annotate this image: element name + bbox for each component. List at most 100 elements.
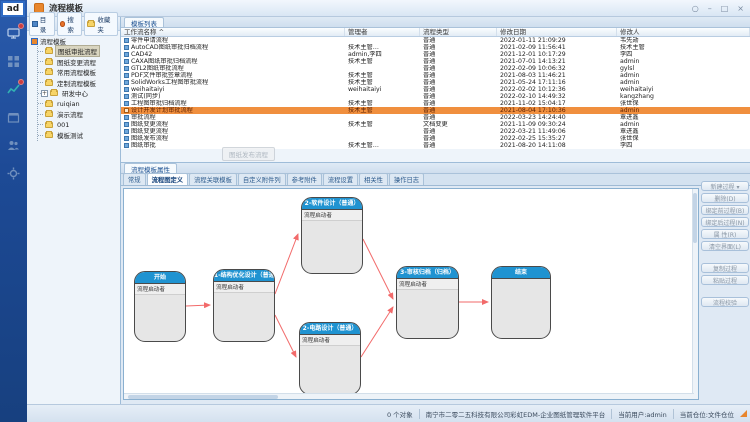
workflow-icon — [124, 122, 129, 127]
button-绑定前过程B[interactable]: 绑定前过程(B) — [701, 205, 749, 215]
tab-template-list[interactable]: 模板列表 — [124, 17, 164, 27]
subtab-流程关联模板[interactable]: 流程关联模板 — [189, 173, 237, 185]
button-删除D[interactable]: 删除(D) — [701, 193, 749, 203]
flow-node-end[interactable]: 结束 — [491, 266, 551, 339]
table-row[interactable]: 图纸发布流程普通2022-02-25 15:35:27张世保 — [121, 135, 750, 142]
column-modifier[interactable]: 修改人 — [617, 28, 750, 36]
table-row[interactable]: CAD42admin,李四普通2021-12-01 10:17:29李四 — [121, 51, 750, 58]
properties-panel: 流程模板属性 常规流程图定义流程关联模板自定义附件列参考附件流程设置相关性操作日… — [121, 163, 750, 404]
canvas-vertical-scrollbar[interactable] — [692, 189, 698, 400]
table-row[interactable]: 零件申请流程普通2022-01-11 21:09:29韦先勋 — [121, 37, 750, 44]
apps-icon[interactable] — [6, 54, 21, 69]
table-row[interactable]: PDF文件审批签章流程技术主管普通2021-08-03 11:46:21admi… — [121, 72, 750, 79]
window-controls: ○ – □ × — [692, 0, 744, 17]
subtab-自定义附件列[interactable]: 自定义附件列 — [238, 173, 286, 185]
table-header: 工作流名称 ^ 管理者 流程类型 修改日期 修改人 — [121, 28, 750, 37]
subtab-相关性[interactable]: 相关性 — [359, 173, 388, 185]
favorites-button[interactable]: 收藏夹 — [84, 12, 118, 36]
table-row[interactable]: CAXA图纸审批归档流程技术主管普通2021-07-01 14:13:21adm… — [121, 58, 750, 65]
tree-item[interactable]: 常用流程模板 — [38, 67, 120, 78]
flow-node-n2[interactable]: 2-软件设计（普通）流程启动者 — [301, 197, 363, 274]
props-subtabs: 常规流程图定义流程关联模板自定义附件列参考附件流程设置相关性操作日志 — [121, 174, 750, 186]
column-manager[interactable]: 管理者 — [345, 28, 420, 36]
subtab-流程设置[interactable]: 流程设置 — [323, 173, 358, 185]
canvas-horizontal-scrollbar[interactable] — [124, 393, 694, 399]
statusbar-divider — [673, 409, 674, 419]
notification-badge — [18, 23, 24, 29]
chart-icon[interactable] — [6, 82, 21, 97]
button-绑定后过程N[interactable]: 绑定后过程(N) — [701, 217, 749, 227]
root-icon — [31, 38, 38, 45]
disabled-publish-button: 图纸发布流程 — [222, 147, 275, 161]
tree-item[interactable]: 演示流程 — [38, 109, 120, 120]
table-row[interactable]: GTL2图纸审批流程普通2022-02-09 10:06:32gylsl — [121, 65, 750, 72]
workflow-icon — [124, 94, 129, 99]
tree-item[interactable]: +研发中心 — [38, 88, 120, 99]
tree-item[interactable]: 模板测试 — [38, 130, 120, 141]
folder-icon — [45, 122, 53, 128]
close-icon[interactable]: × — [737, 0, 744, 17]
users-icon[interactable] — [6, 138, 21, 153]
resize-grip-icon[interactable] — [740, 410, 747, 417]
tab-template-properties[interactable]: 流程模板属性 — [124, 163, 177, 173]
flowchart-canvas[interactable]: 开始流程启动者 1-结构优化设计（普通）流程启动者 2-软件设计（普通）流程启动者 2… — [123, 188, 699, 400]
maximize-icon[interactable]: □ — [721, 0, 729, 17]
catalog-button[interactable]: 目录 — [29, 12, 55, 36]
table-row[interactable]: AutoCAD图纸审批归档流程技术主管…普通2021-02-09 11:56:4… — [121, 44, 750, 51]
tree-item[interactable]: 图纸变更流程 — [38, 57, 120, 68]
tree-item[interactable]: ruiqian — [38, 99, 120, 110]
table-row[interactable]: weihaitaiyiweihaitaiyi普通2022-02-02 10:12… — [121, 86, 750, 93]
column-type[interactable]: 流程类型 — [420, 28, 497, 36]
button-粘贴过程[interactable]: 粘贴过程 — [701, 275, 749, 285]
button-属性R[interactable]: 属 性(R) — [701, 229, 749, 239]
company-label: 南宁市二零二五科技有限公司彩虹EDM-企业图纸管理软件平台 — [426, 409, 606, 419]
tree-item[interactable]: 定制流程模板 — [38, 78, 120, 89]
tree-item[interactable]: 图纸审批流程 — [38, 46, 120, 57]
table-row[interactable]: 工程图审批归档流程技术主管普通2021-11-02 15:04:17张世保 — [121, 100, 750, 107]
button-复制过程[interactable]: 复制过程 — [701, 263, 749, 273]
app-window: ad 流程模板 — [0, 0, 750, 422]
archive-icon[interactable] — [6, 110, 21, 125]
notification-badge — [18, 79, 24, 85]
gear-icon[interactable] — [6, 166, 21, 181]
workflow-icon — [124, 136, 129, 141]
workflow-icon — [124, 73, 129, 78]
table-row[interactable]: 图纸变更流程普通2022-03-21 11:49:06覃进鑫 — [121, 128, 750, 135]
workflow-icon — [124, 52, 129, 57]
navigation-panel: 目录 搜索 收藏夹 流程模板 图纸审批流程图纸变更流程常用流程模板定制流程模板+… — [27, 17, 121, 404]
button-清空界面L[interactable]: 清空界面(L) — [701, 241, 749, 251]
flow-node-start[interactable]: 开始流程启动者 — [134, 271, 186, 342]
folder-icon — [45, 80, 53, 86]
flow-node-n3[interactable]: 2-电路设计（普通）流程启动者 — [299, 322, 361, 395]
workflow-icon — [124, 129, 129, 134]
button-新建过程[interactable]: 新建过程 ▾ — [701, 181, 749, 191]
left-icon-rail: ad — [0, 0, 27, 422]
object-count: 0 个对象 — [387, 409, 413, 419]
table-row[interactable]: 图纸变更流程技术主管文档变更2021-11-09 09:30:24admin — [121, 121, 750, 128]
table-row[interactable]: 审批流程普通2022-03-23 14:24:40覃进鑫 — [121, 114, 750, 121]
current-user-label: 当前用户:admin — [618, 409, 667, 419]
minimize-icon[interactable]: – — [708, 0, 712, 17]
expand-icon[interactable]: + — [41, 90, 48, 97]
subtab-流程图定义[interactable]: 流程图定义 — [147, 173, 188, 185]
workflow-icon — [124, 45, 129, 50]
subtab-常规[interactable]: 常规 — [123, 173, 146, 185]
sort-asc-icon: ^ — [159, 28, 164, 36]
tree-item[interactable]: 001 — [38, 120, 120, 131]
monitor-icon[interactable] — [6, 26, 21, 41]
column-workflow-name[interactable]: 工作流名称 ^ — [121, 28, 345, 36]
subtab-参考附件[interactable]: 参考附件 — [287, 173, 322, 185]
subtab-操作日志[interactable]: 操作日志 — [389, 173, 424, 185]
table-row[interactable]: SolidWorks工程图审批流程技术主管普通2021-05-24 17:11:… — [121, 79, 750, 86]
settings-icon[interactable]: ○ — [692, 0, 699, 17]
folder-icon — [45, 48, 53, 54]
table-row[interactable]: 图纸审批技术主管…普通2021-08-20 14:11:08李四 — [121, 142, 750, 149]
table-row[interactable]: 测试(同步)普通2022-02-10 14:49:32kangzhang — [121, 93, 750, 100]
flow-node-n4[interactable]: 3-审核归档（归档）流程启动者 — [396, 266, 459, 339]
column-modified-date[interactable]: 修改日期 — [497, 28, 617, 36]
flow-node-n1[interactable]: 1-结构优化设计（普通）流程启动者 — [213, 269, 275, 342]
workflow-icon — [124, 143, 129, 148]
search-button[interactable]: 搜索 — [57, 12, 83, 36]
button-流程校验[interactable]: 流程校验 — [701, 297, 749, 307]
table-row[interactable]: 设计开发计划审批流程技术主管普通2021-08-04 17:10:36admin — [121, 107, 750, 114]
